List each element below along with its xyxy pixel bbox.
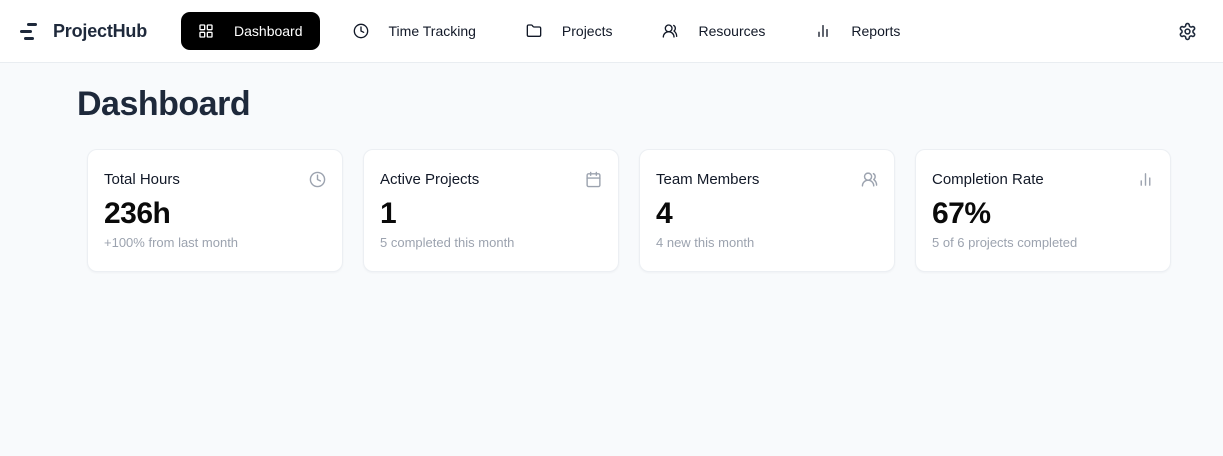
card-subtitle: +100% from last month — [104, 235, 326, 250]
brand-name: ProjectHub — [53, 21, 147, 42]
nav-item-label: Reports — [851, 23, 900, 39]
bar-chart-icon — [1137, 171, 1154, 188]
layout-grid-icon — [198, 23, 214, 39]
nav-item-dashboard[interactable]: Dashboard — [181, 12, 320, 50]
stats-cards: Total Hours 236h +100% from last month A… — [87, 149, 1171, 272]
nav-item-label: Time Tracking — [389, 23, 476, 39]
nav-item-label: Resources — [698, 23, 765, 39]
settings-button[interactable] — [1178, 22, 1197, 41]
users-icon — [861, 171, 878, 188]
card-value: 236h — [104, 197, 326, 230]
card-title: Active Projects — [380, 171, 479, 188]
folder-icon — [526, 23, 542, 39]
stat-card-active-projects: Active Projects 1 5 completed this month — [363, 149, 619, 272]
gear-icon — [1178, 22, 1197, 41]
card-subtitle: 5 of 6 projects completed — [932, 235, 1154, 250]
calendar-icon — [585, 171, 602, 188]
card-title: Total Hours — [104, 171, 180, 188]
stat-card-team-members: Team Members 4 4 new this month — [639, 149, 895, 272]
stat-card-completion-rate: Completion Rate 67% 5 of 6 projects comp… — [915, 149, 1171, 272]
nav-item-resources[interactable]: Resources — [645, 12, 782, 50]
card-value: 4 — [656, 197, 878, 230]
card-title: Completion Rate — [932, 171, 1044, 188]
card-subtitle: 4 new this month — [656, 235, 878, 250]
brand-logo[interactable]: ProjectHub — [20, 21, 147, 42]
nav-item-reports[interactable]: Reports — [798, 12, 917, 50]
card-title: Team Members — [656, 171, 759, 188]
card-value: 67% — [932, 197, 1154, 230]
main-content: Dashboard Total Hours 236h +100% from la… — [0, 63, 1223, 272]
menu-lines-icon — [20, 23, 37, 40]
card-value: 1 — [380, 197, 602, 230]
bar-chart-icon — [815, 23, 831, 39]
nav-item-projects[interactable]: Projects — [509, 12, 630, 50]
page-title: Dashboard — [77, 85, 1223, 124]
card-subtitle: 5 completed this month — [380, 235, 602, 250]
main-nav: Dashboard Time Tracking Projects Resourc… — [181, 12, 917, 50]
clock-icon — [353, 23, 369, 39]
clock-icon — [309, 171, 326, 188]
nav-item-label: Projects — [562, 23, 613, 39]
nav-item-label: Dashboard — [234, 23, 303, 39]
top-nav-bar: ProjectHub Dashboard Time Tracking Proje… — [0, 0, 1223, 63]
stat-card-total-hours: Total Hours 236h +100% from last month — [87, 149, 343, 272]
nav-item-time-tracking[interactable]: Time Tracking — [336, 12, 493, 50]
users-icon — [662, 23, 678, 39]
